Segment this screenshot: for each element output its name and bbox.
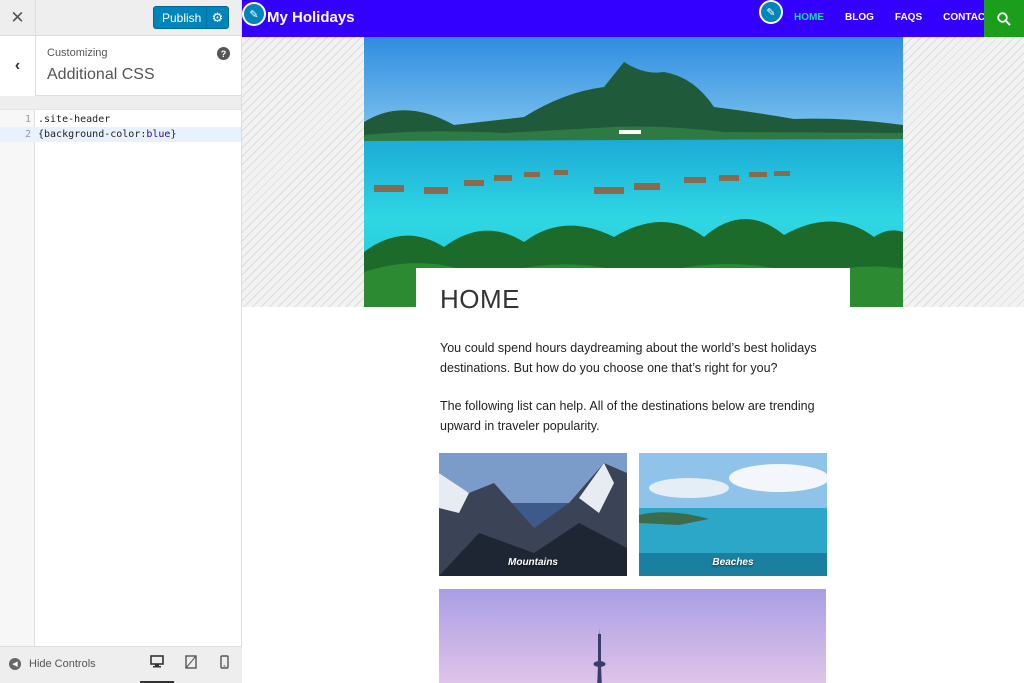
line-number: 2 — [24, 129, 31, 140]
pencil-icon: ✎ — [249, 8, 259, 21]
code-token-value: blue — [146, 129, 171, 140]
preview-mobile-button[interactable] — [207, 655, 241, 683]
preview-desktop-button[interactable] — [140, 655, 174, 683]
code-token-brace: } — [170, 129, 177, 140]
code-text: .site-header — [38, 114, 111, 125]
publish-label: Publish — [162, 10, 202, 25]
tile-caption: Mountains — [508, 557, 558, 568]
city-image — [439, 589, 826, 683]
desktop-icon — [150, 655, 164, 668]
nav-home[interactable]: HOME — [794, 12, 824, 23]
mobile-icon — [219, 655, 229, 669]
collapse-icon: ◀ — [9, 658, 21, 670]
nav-faqs[interactable]: FAQS — [895, 12, 922, 23]
primary-nav: HOME BLOG FAQS CONTACT — [794, 12, 1012, 23]
customizer-footer: ◀ Hide Controls — [0, 646, 242, 683]
pencil-icon: ✎ — [766, 6, 776, 19]
site-preview: ✎ My Holidays ✎ HOME BLOG FAQS CONTACT H… — [242, 0, 1024, 683]
preview-tablet-button[interactable] — [174, 655, 208, 683]
hide-controls-button[interactable]: ◀ Hide Controls — [9, 658, 96, 670]
css-code-editor[interactable]: 1 .site-header 2 {background-color:blue} — [0, 109, 241, 646]
close-customizer-button[interactable]: ✕ — [0, 0, 36, 36]
section-header: ‹ Customizing Additional CSS ? — [0, 36, 241, 96]
destination-tile-beaches[interactable]: Beaches — [639, 453, 827, 576]
customizer-header: ✕ Publish ⚙ — [0, 0, 241, 36]
section-caption: Customizing — [47, 47, 108, 59]
hero-image — [364, 37, 903, 307]
site-title[interactable]: My Holidays — [267, 9, 355, 26]
tablet-icon — [185, 655, 197, 669]
chevron-left-icon: ‹ — [14, 57, 21, 74]
publish-button[interactable]: Publish ⚙ — [153, 6, 229, 29]
back-button[interactable]: ‹ — [0, 36, 36, 96]
help-icon[interactable]: ? — [217, 47, 230, 60]
page-title: HOME — [440, 284, 520, 314]
destination-tile-mountains[interactable]: Mountains — [439, 453, 627, 576]
gear-icon[interactable]: ⚙ — [206, 7, 228, 28]
intro-paragraph: The following list can help. All of the … — [440, 399, 815, 433]
tile-caption: Beaches — [712, 557, 754, 568]
site-header: ✎ My Holidays ✎ HOME BLOG FAQS CONTACT — [242, 0, 1024, 37]
hide-controls-label: Hide Controls — [29, 658, 96, 670]
code-line-active[interactable]: 2 {background-color:blue} — [0, 127, 241, 142]
destination-tile-city[interactable] — [439, 589, 826, 683]
code-token-property: {background-color: — [38, 129, 147, 140]
edit-title-shortcut[interactable]: ✎ — [242, 2, 266, 26]
section-title: Additional CSS — [47, 66, 155, 83]
edit-menu-shortcut[interactable]: ✎ — [759, 0, 783, 24]
search-button[interactable] — [984, 0, 1024, 37]
customizer-sidebar: ✕ Publish ⚙ ‹ Customizing Additional CSS… — [0, 0, 242, 683]
code-line[interactable]: 1 .site-header — [0, 112, 241, 127]
page-content: HOME You could spend hours daydreaming a… — [416, 268, 850, 456]
code-text: {background-color:blue} — [38, 127, 177, 142]
nav-blog[interactable]: BLOG — [845, 12, 874, 23]
search-icon — [997, 11, 1011, 26]
intro-paragraph: You could spend hours daydreaming about … — [440, 341, 817, 375]
close-icon: ✕ — [10, 8, 25, 27]
line-number: 1 — [24, 114, 31, 125]
line-number-gutter — [0, 110, 35, 646]
